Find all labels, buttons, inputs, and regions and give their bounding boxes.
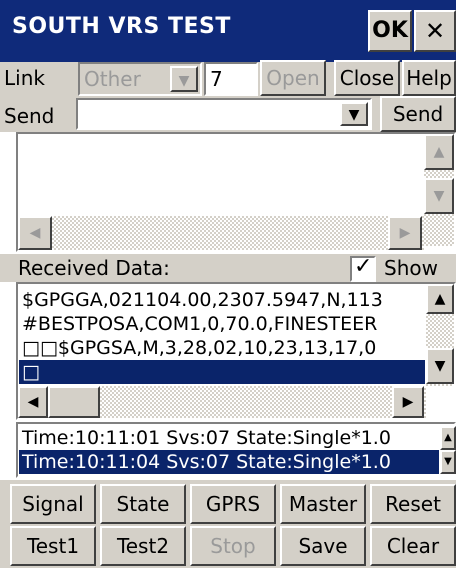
reset-button[interactable]: Reset [370, 484, 456, 524]
chevron-down-icon[interactable]: ▼ [170, 66, 198, 92]
scroll-up-icon[interactable]: ▲ [424, 134, 454, 170]
port-input[interactable]: 7 [204, 62, 258, 96]
scroll-down-icon[interactable]: ▼ [424, 178, 454, 214]
status-line: Time:10:11:01 Svs:07 State:Single*1.0 [22, 427, 391, 449]
received-data-label: Received Data: [18, 256, 170, 280]
test1-button[interactable]: Test1 [10, 526, 96, 566]
close-window-button[interactable]: ✕ [414, 10, 456, 52]
show-label: Show [384, 256, 438, 280]
scroll-thumb[interactable] [48, 386, 100, 418]
status-line-selected: Time:10:11:04 Svs:07 State:Single*1.0 [19, 450, 439, 474]
ok-button[interactable]: OK [368, 10, 412, 52]
scroll-up-icon[interactable]: ▲ [426, 284, 454, 314]
scroll-left-icon[interactable]: ◀ [18, 386, 48, 418]
received-line: □□$GPGSA,M,3,28,02,10,23,13,17,0 [22, 337, 377, 359]
received-line: $GPGGA,021104.00,2307.5947,N,113 [22, 289, 383, 311]
received-line: #BESTPOSA,COM1,0,70.0,FINESTEER [22, 313, 378, 335]
received-line-selected: □ [19, 360, 425, 384]
link-type-select[interactable]: Other ▼ [78, 62, 202, 96]
send-input[interactable]: ▼ [76, 98, 372, 130]
help-button[interactable]: Help [402, 60, 456, 96]
scroll-down-icon[interactable]: ▼ [440, 450, 456, 474]
gprs-button[interactable]: GPRS [190, 484, 276, 524]
scroll-right-icon[interactable]: ▶ [392, 386, 424, 418]
clear-button[interactable]: Clear [370, 526, 456, 566]
open-button[interactable]: Open [260, 60, 326, 96]
save-button[interactable]: Save [280, 526, 366, 566]
show-checkbox[interactable]: ✓ [350, 254, 376, 282]
scroll-up-icon[interactable]: ▲ [440, 426, 456, 450]
chevron-down-icon[interactable]: ▼ [340, 102, 368, 126]
master-button[interactable]: Master [280, 484, 366, 524]
signal-button[interactable]: Signal [10, 484, 96, 524]
scroll-left-icon[interactable]: ◀ [18, 216, 52, 250]
close-link-button[interactable]: Close [334, 60, 400, 96]
horizontal-scrollbar[interactable] [18, 216, 424, 250]
scroll-down-icon[interactable]: ▼ [426, 348, 454, 384]
send-button[interactable]: Send [380, 96, 456, 132]
scroll-right-icon[interactable]: ▶ [388, 216, 422, 250]
stop-button[interactable]: Stop [190, 526, 276, 566]
state-button[interactable]: State [100, 484, 186, 524]
link-label: Link [4, 66, 45, 90]
link-type-value: Other [84, 67, 141, 91]
window-title: SOUTH VRS TEST [12, 14, 231, 39]
checkmark-icon: ✓ [354, 254, 373, 279]
send-label: Send [4, 104, 55, 128]
test2-button[interactable]: Test2 [100, 526, 186, 566]
